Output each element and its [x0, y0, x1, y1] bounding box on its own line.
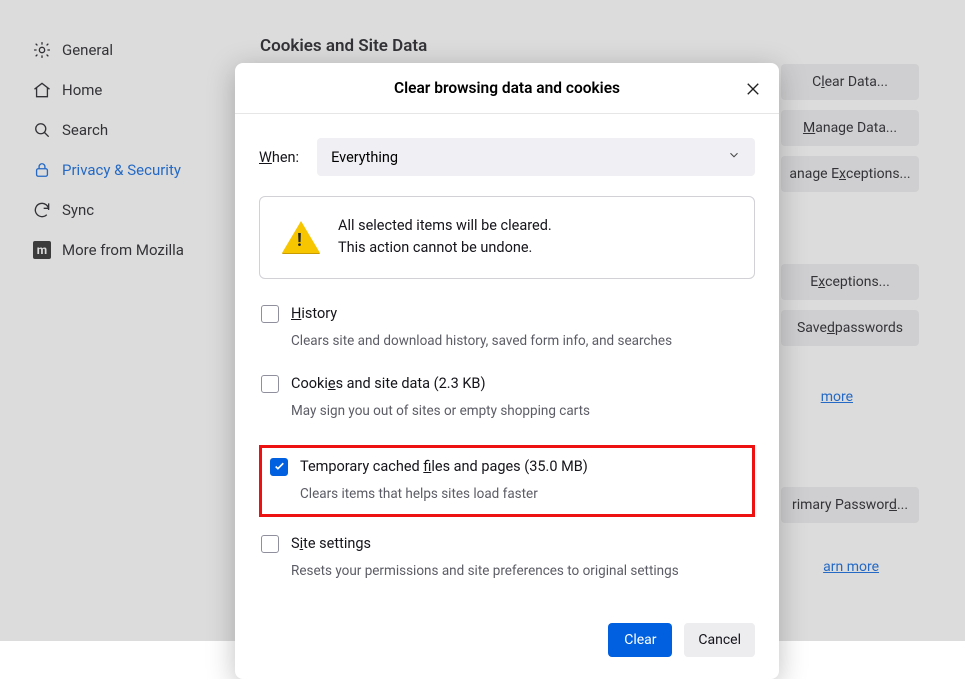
option-cache-highlighted: Temporary cached files and pages (35.0 M…	[259, 445, 755, 517]
option-label: Temporary cached files and pages (35.0 M…	[300, 458, 588, 475]
option-history: History Clears site and download history…	[259, 305, 755, 349]
checkbox-cookies[interactable]	[261, 375, 279, 393]
warning-line-2: This action cannot be undone.	[338, 237, 552, 259]
checkbox-site-settings[interactable]	[261, 535, 279, 553]
checkbox-history[interactable]	[261, 305, 279, 323]
chevron-down-icon	[727, 148, 741, 166]
close-icon[interactable]	[741, 77, 765, 101]
option-desc: Clears site and download history, saved …	[291, 333, 755, 349]
warning-box: All selected items will be cleared. This…	[259, 196, 755, 279]
dialog-title: Clear browsing data and cookies	[235, 63, 779, 114]
clear-data-dialog: Clear browsing data and cookies When: Ev…	[235, 63, 779, 679]
option-cookies: Cookies and site data (2.3 KB) May sign …	[259, 375, 755, 419]
when-label: When:	[259, 149, 299, 166]
option-desc: Resets your permissions and site prefere…	[291, 563, 755, 579]
option-label: History	[291, 305, 337, 322]
when-select[interactable]: Everything	[317, 138, 755, 176]
warning-line-1: All selected items will be cleared.	[338, 215, 552, 237]
warning-icon	[282, 221, 320, 253]
option-label: Site settings	[291, 535, 371, 552]
option-desc: May sign you out of sites or empty shopp…	[291, 403, 755, 419]
option-desc: Clears items that helps sites load faste…	[300, 486, 744, 502]
option-site-settings: Site settings Resets your permissions an…	[259, 535, 755, 579]
checkbox-cache[interactable]	[270, 458, 288, 476]
when-select-value: Everything	[331, 149, 398, 166]
clear-button[interactable]: Clear	[608, 623, 672, 657]
option-label: Cookies and site data (2.3 KB)	[291, 375, 486, 392]
cancel-button[interactable]: Cancel	[684, 623, 755, 657]
